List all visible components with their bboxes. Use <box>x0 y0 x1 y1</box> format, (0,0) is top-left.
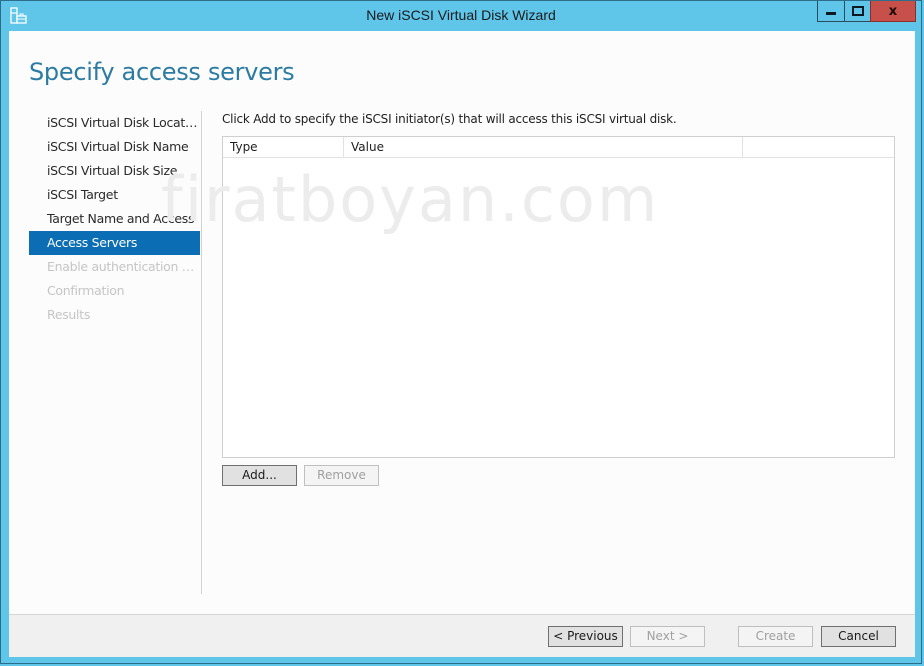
wizard-steps-nav: iSCSI Virtual Disk Location iSCSI Virtua… <box>29 111 200 327</box>
minimize-button[interactable] <box>817 1 845 22</box>
close-button[interactable]: x <box>870 1 916 22</box>
nav-step-virtual-disk-name[interactable]: iSCSI Virtual Disk Name <box>29 135 200 159</box>
nav-step-access-servers[interactable]: Access Servers <box>29 231 200 255</box>
minimize-icon <box>826 12 836 15</box>
column-header-empty[interactable] <box>743 137 894 157</box>
maximize-button[interactable] <box>844 1 871 22</box>
window-title: New iSCSI Virtual Disk Wizard <box>366 7 556 23</box>
close-icon: x <box>888 3 898 19</box>
maximize-icon <box>851 6 864 16</box>
initiators-list[interactable]: Type Value <box>222 136 895 458</box>
column-header-value[interactable]: Value <box>344 137 743 157</box>
list-header: Type Value <box>223 137 894 158</box>
title-bar[interactable]: New iSCSI Virtual Disk Wizard x <box>1 1 921 31</box>
previous-button[interactable]: < Previous <box>548 626 623 647</box>
wizard-client-area: Specify access servers firatboyan.com iS… <box>9 31 915 657</box>
main-content: Click Add to specify the iSCSI initiator… <box>222 111 895 486</box>
add-button[interactable]: Add... <box>222 465 297 486</box>
nav-divider <box>201 111 202 594</box>
remove-button: Remove <box>304 465 379 486</box>
instruction-text: Click Add to specify the iSCSI initiator… <box>222 112 677 126</box>
nav-step-enable-authentication: Enable authentication ser... <box>47 259 200 274</box>
nav-step-virtual-disk-location[interactable]: iSCSI Virtual Disk Location <box>29 111 200 135</box>
nav-step-confirmation: Confirmation <box>47 283 125 298</box>
page-title: Specify access servers <box>29 58 295 86</box>
wizard-footer: < Previous Next > Create Cancel <box>9 614 915 657</box>
nav-step-virtual-disk-size[interactable]: iSCSI Virtual Disk Size <box>29 159 200 183</box>
nav-step-target-name-access[interactable]: Target Name and Access <box>29 207 200 231</box>
next-button: Next > <box>630 626 705 647</box>
column-header-type[interactable]: Type <box>223 137 344 157</box>
cancel-button[interactable]: Cancel <box>821 626 896 647</box>
nav-step-results: Results <box>47 307 91 322</box>
wizard-window: New iSCSI Virtual Disk Wizard x Specify … <box>0 0 922 664</box>
nav-step-iscsi-target[interactable]: iSCSI Target <box>29 183 200 207</box>
create-button: Create <box>738 626 813 647</box>
